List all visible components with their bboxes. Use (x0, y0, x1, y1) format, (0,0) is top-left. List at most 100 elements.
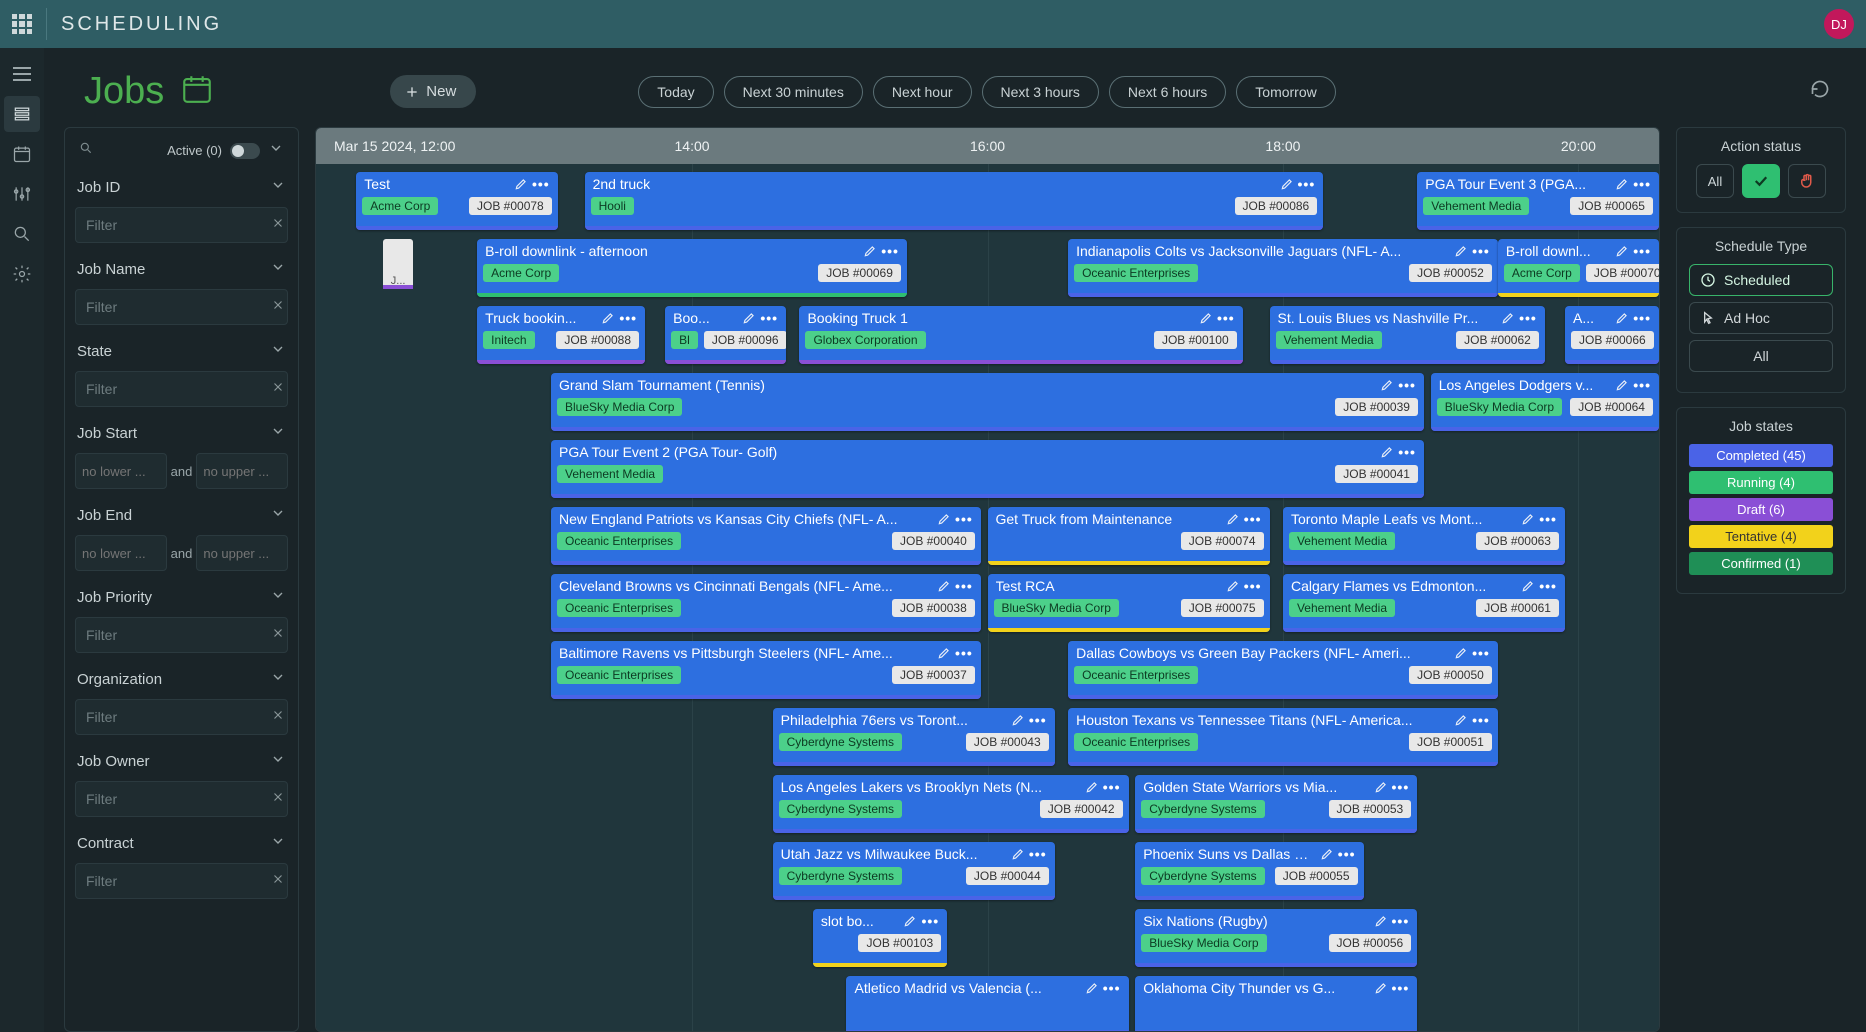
more-icon[interactable]: ••• (1103, 784, 1121, 790)
job-state-0[interactable]: Completed (45) (1689, 444, 1833, 467)
job-state-3[interactable]: Tentative (4) (1689, 525, 1833, 548)
filter-search-icon[interactable] (79, 141, 93, 160)
job-card[interactable]: Baltimore Ravens vs Pittsburgh Steelers … (551, 641, 981, 699)
filter-head[interactable]: Organization (75, 663, 288, 695)
edit-icon[interactable] (1615, 311, 1629, 325)
job-card[interactable]: Toronto Maple Leafs vs Mont...•••Vehemen… (1283, 507, 1565, 565)
time-pill-2[interactable]: Next hour (873, 76, 972, 108)
range-lower[interactable] (75, 535, 167, 571)
job-card-collapsed[interactable]: J... (383, 239, 413, 289)
edit-icon[interactable] (1085, 981, 1099, 995)
clear-icon[interactable] (271, 626, 285, 645)
job-card[interactable]: Golden State Warriors vs Mia...•••Cyberd… (1135, 775, 1417, 833)
schedule-type-scheduled[interactable]: Scheduled (1689, 264, 1833, 296)
more-icon[interactable]: ••• (1392, 784, 1410, 790)
filter-input[interactable] (82, 299, 271, 315)
edit-icon[interactable] (1521, 579, 1535, 593)
edit-icon[interactable] (1615, 177, 1629, 191)
nav-search[interactable] (4, 216, 40, 252)
edit-icon[interactable] (1320, 847, 1334, 861)
more-icon[interactable]: ••• (1633, 181, 1651, 187)
more-icon[interactable]: ••• (1519, 315, 1537, 321)
clear-icon[interactable] (271, 380, 285, 399)
range-upper[interactable] (196, 453, 288, 489)
edit-icon[interactable] (1521, 512, 1535, 526)
avatar[interactable]: DJ (1824, 9, 1854, 39)
job-card[interactable]: Dallas Cowboys vs Green Bay Packers (NFL… (1068, 641, 1498, 699)
time-pill-4[interactable]: Next 6 hours (1109, 76, 1226, 108)
more-icon[interactable]: ••• (1398, 449, 1416, 455)
edit-icon[interactable] (1454, 244, 1468, 258)
filter-input[interactable] (82, 709, 271, 725)
edit-icon[interactable] (1280, 177, 1294, 191)
job-card[interactable]: 2nd truck•••HooliJOB #00086 (585, 172, 1324, 230)
apps-menu-icon[interactable] (12, 14, 32, 34)
job-card[interactable]: slot bo...•••JOB #00103 (813, 909, 947, 967)
job-state-4[interactable]: Confirmed (1) (1689, 552, 1833, 575)
job-card[interactable]: Boo...•••BlJOB #00096 (665, 306, 786, 364)
edit-icon[interactable] (1011, 847, 1025, 861)
more-icon[interactable]: ••• (955, 650, 973, 656)
clear-icon[interactable] (271, 216, 285, 235)
more-icon[interactable]: ••• (532, 181, 550, 187)
more-icon[interactable]: ••• (1633, 248, 1651, 254)
filter-head[interactable]: Job End (75, 499, 288, 531)
filter-head[interactable]: Job Name (75, 253, 288, 285)
more-icon[interactable]: ••• (955, 583, 973, 589)
filter-head[interactable]: Contract (75, 827, 288, 859)
filter-head[interactable]: State (75, 335, 288, 367)
nav-calendar[interactable] (4, 136, 40, 172)
job-state-2[interactable]: Draft (6) (1689, 498, 1833, 521)
clear-icon[interactable] (271, 708, 285, 727)
active-toggle[interactable] (230, 143, 260, 159)
job-card[interactable]: Indianapolis Colts vs Jacksonville Jagua… (1068, 239, 1498, 297)
job-card[interactable]: Los Angeles Dodgers v...•••BlueSky Media… (1431, 373, 1659, 431)
edit-icon[interactable] (1615, 378, 1629, 392)
more-icon[interactable]: ••• (1472, 248, 1490, 254)
job-card[interactable]: Utah Jazz vs Milwaukee Buck...•••Cyberdy… (773, 842, 1055, 900)
more-icon[interactable]: ••• (1472, 717, 1490, 723)
more-icon[interactable]: ••• (1392, 985, 1410, 991)
edit-icon[interactable] (1374, 981, 1388, 995)
range-lower[interactable] (75, 453, 167, 489)
more-icon[interactable]: ••• (881, 248, 899, 254)
clear-icon[interactable] (271, 790, 285, 809)
more-icon[interactable]: ••• (760, 315, 778, 321)
time-pill-3[interactable]: Next 3 hours (982, 76, 1099, 108)
filter-input[interactable] (82, 873, 271, 889)
more-icon[interactable]: ••• (955, 516, 973, 522)
time-pill-0[interactable]: Today (638, 76, 713, 108)
filter-head[interactable]: Job Owner (75, 745, 288, 777)
filter-head[interactable]: Job ID (75, 171, 288, 203)
job-card[interactable]: Atletico Madrid vs Valencia (...••• (846, 976, 1128, 1031)
edit-icon[interactable] (1454, 646, 1468, 660)
filter-input[interactable] (82, 791, 271, 807)
edit-icon[interactable] (1501, 311, 1515, 325)
job-card[interactable]: Get Truck from Maintenance•••JOB #00074 (988, 507, 1270, 565)
edit-icon[interactable] (863, 244, 877, 258)
time-pill-1[interactable]: Next 30 minutes (724, 76, 863, 108)
edit-icon[interactable] (937, 646, 951, 660)
job-card[interactable]: PGA Tour Event 2 (PGA Tour- Golf)•••Vehe… (551, 440, 1424, 498)
new-button[interactable]: New (390, 75, 476, 108)
edit-icon[interactable] (1615, 244, 1629, 258)
edit-icon[interactable] (1199, 311, 1213, 325)
edit-icon[interactable] (903, 914, 917, 928)
edit-icon[interactable] (1226, 579, 1240, 593)
more-icon[interactable]: ••• (1338, 851, 1356, 857)
more-icon[interactable]: ••• (1298, 181, 1316, 187)
schedule-type-all[interactable]: All (1689, 340, 1833, 372)
job-card[interactable]: Six Nations (Rugby)•••BlueSky Media Corp… (1135, 909, 1417, 967)
edit-icon[interactable] (1011, 713, 1025, 727)
more-icon[interactable]: ••• (1472, 650, 1490, 656)
job-card[interactable]: Booking Truck 1•••Globex CorporationJOB … (799, 306, 1242, 364)
more-icon[interactable]: ••• (1217, 315, 1235, 321)
job-card[interactable]: Phoenix Suns vs Dallas Mave...•••Cyberdy… (1135, 842, 1363, 900)
more-icon[interactable]: ••• (1633, 315, 1651, 321)
nav-settings[interactable] (4, 176, 40, 212)
hamburger-button[interactable] (4, 56, 40, 92)
more-icon[interactable]: ••• (921, 918, 939, 924)
job-card[interactable]: A...•••JOB #00066 (1565, 306, 1659, 364)
schedule-type-adhoc[interactable]: Ad Hoc (1689, 302, 1833, 334)
more-icon[interactable]: ••• (1398, 382, 1416, 388)
